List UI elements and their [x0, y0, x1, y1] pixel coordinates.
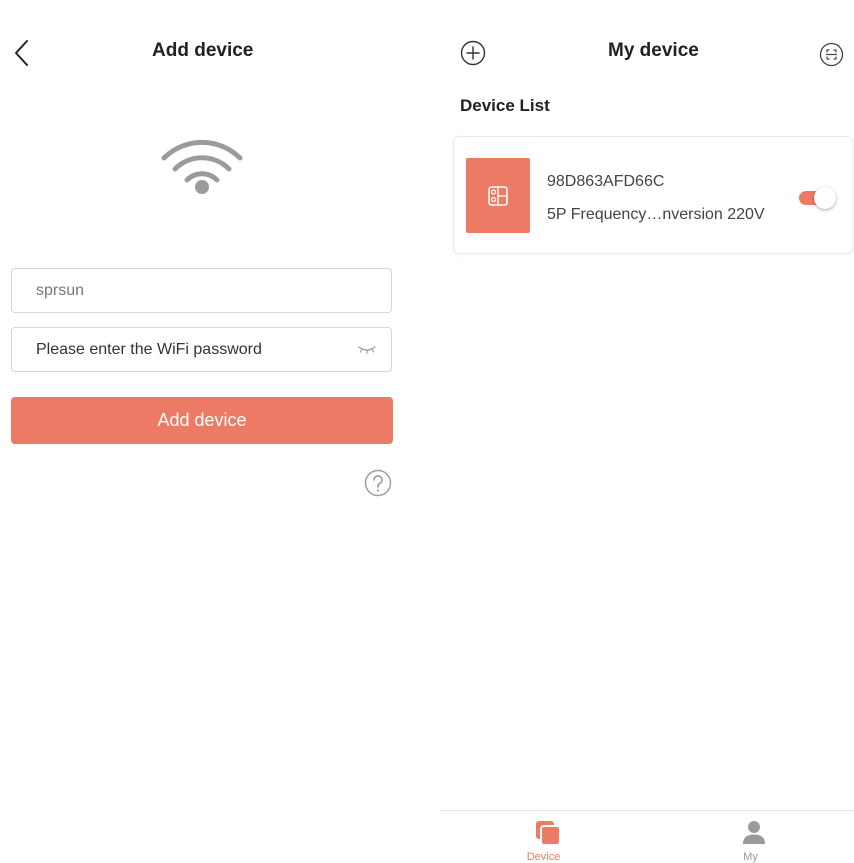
device-thumbnail	[466, 158, 530, 233]
device-model: 5P Frequency…nversion 220V	[547, 206, 765, 223]
add-device-shortcut-button[interactable]	[460, 40, 486, 66]
device-card[interactable]: 98D863AFD66C 5P Frequency…nversion 220V	[453, 136, 853, 254]
wifi-password-field[interactable]	[11, 327, 392, 372]
tab-my[interactable]: My	[647, 811, 854, 863]
wifi-password-input[interactable]	[36, 328, 356, 371]
eye-closed-icon[interactable]	[357, 342, 377, 356]
plus-circle-icon	[460, 40, 486, 66]
page-title: Add device	[152, 40, 254, 61]
thermostat-panel-icon	[488, 186, 508, 206]
wifi-ssid-input[interactable]	[36, 269, 356, 312]
device-id: 98D863AFD66C	[547, 173, 665, 190]
scan-icon	[819, 42, 844, 67]
chevron-left-icon	[15, 40, 28, 66]
page-title: My device	[608, 40, 699, 61]
wifi-ssid-field[interactable]	[11, 268, 392, 313]
wifi-icon	[161, 139, 243, 194]
tab-my-label: My	[743, 851, 758, 863]
device-list-title: Device List	[460, 96, 550, 115]
question-circle-icon[interactable]	[364, 469, 392, 497]
tab-device-label: Device	[526, 851, 561, 863]
bottom-tab-bar: Device My	[440, 810, 854, 863]
add-device-button[interactable]: Add device	[11, 397, 393, 444]
user-icon	[743, 821, 765, 844]
back-button[interactable]	[8, 37, 36, 69]
add-device-screen: Add device Add device	[0, 0, 427, 863]
tab-device[interactable]: Device	[440, 811, 647, 863]
device-power-toggle[interactable]	[799, 187, 837, 209]
toggle-knob	[814, 187, 836, 209]
device-stack-icon	[536, 821, 561, 846]
scan-button[interactable]	[819, 42, 844, 67]
my-device-screen: My device Device List 98D863AFD66C 5P Fr…	[427, 0, 854, 863]
